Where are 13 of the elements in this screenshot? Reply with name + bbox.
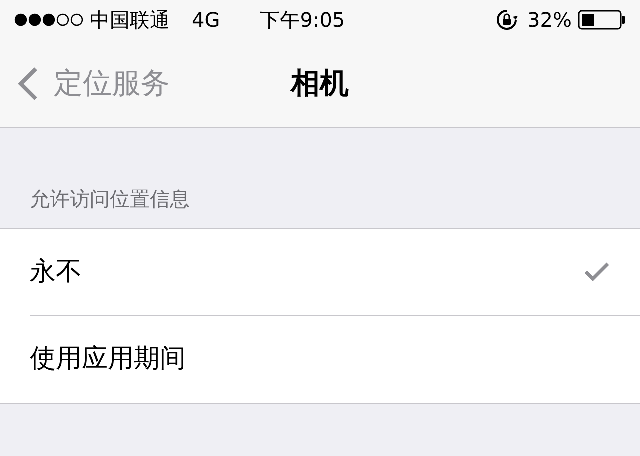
battery-percent: 32% xyxy=(528,7,572,34)
rotation-lock-icon xyxy=(496,9,518,31)
battery-icon xyxy=(578,10,626,30)
signal-icon xyxy=(14,13,86,27)
chevron-left-icon xyxy=(16,66,40,102)
status-time: 下午9:05 xyxy=(260,7,346,34)
carrier-name: 中国联通 xyxy=(90,7,170,34)
section-header: 允许访问位置信息 xyxy=(29,186,191,213)
option-label: 永不 xyxy=(30,256,82,288)
checkmark-icon xyxy=(584,262,610,282)
option-label: 使用应用期间 xyxy=(30,343,186,376)
network-type: 4G xyxy=(192,7,220,34)
nav-title: 相机 xyxy=(291,64,349,102)
